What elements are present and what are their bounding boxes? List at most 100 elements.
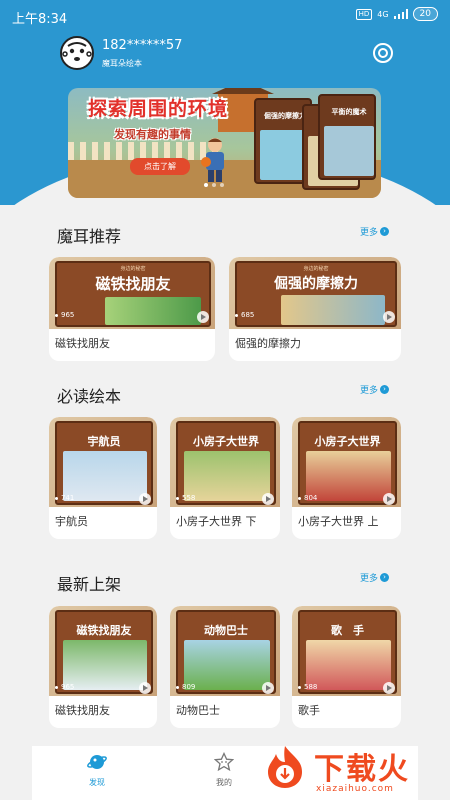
book-label: 磁铁找朋友 (55, 337, 110, 350)
watermark-url: xiazaihuo.com (316, 784, 394, 794)
pagination-dot[interactable] (212, 183, 216, 187)
status-icons: HD 4G 20 (355, 7, 438, 21)
banner-subtitle: 发现有趣的事情 (114, 128, 191, 141)
book-card[interactable]: 小房子大世界 804 小房子大世界 上 (292, 417, 401, 539)
promo-banner[interactable]: 探索周围的环境 发现有趣的事情 点击了解 倔强的摩擦力 警察 平衡的魔术 (68, 88, 381, 198)
app-name: 魔耳朵绘本 (102, 59, 142, 68)
book-label: 宇航员 (55, 515, 88, 528)
book-cover: 身边的秘密 磁铁找朋友 965 (49, 257, 215, 329)
book-cover-title: 倔强的摩擦力 (274, 276, 358, 292)
settings-button[interactable] (372, 42, 394, 64)
pagination-dot[interactable] (204, 183, 208, 187)
book-cover: 小房子大世界 804 (292, 417, 401, 507)
book-cover-title: 动物巴士 (204, 624, 248, 637)
book-illustration (306, 640, 391, 690)
play-icon[interactable] (197, 311, 209, 323)
hd-icon: HD (355, 8, 373, 20)
book-body: 磁铁找朋友 (55, 610, 153, 694)
book-label: 歌手 (298, 704, 320, 717)
book-label: 动物巴士 (176, 704, 220, 717)
play-icon[interactable] (383, 493, 395, 505)
banner-kid-illustration (201, 138, 224, 182)
chevron-right-icon: › (380, 573, 390, 582)
status-time: 上午8:34 (12, 12, 68, 27)
book-label: 小房子大世界 下 (176, 515, 257, 528)
book-card[interactable]: 宇航员 741 宇航员 (49, 417, 157, 539)
book-cover: 身边的秘密 倔强的摩擦力 685 (229, 257, 401, 329)
banner-cta-button[interactable]: 点击了解 (130, 158, 190, 175)
username[interactable]: 182******57 (102, 38, 182, 53)
book-card[interactable]: 动物巴士 809 动物巴士 (170, 606, 280, 728)
status-bar: 上午8:34 HD 4G 20 (0, 0, 450, 32)
avatar-face-icon (62, 42, 92, 61)
battery-icon: 20 (412, 7, 438, 21)
book-body: 小房子大世界 (176, 421, 276, 505)
book-body: 小房子大世界 (298, 421, 397, 505)
gear-icon (373, 43, 393, 63)
play-icon[interactable] (262, 682, 274, 694)
book-label: 倔强的摩擦力 (235, 337, 301, 350)
watermark: 下载火 xiazaihuo.com (262, 740, 450, 800)
play-icon[interactable] (383, 311, 395, 323)
avatar[interactable] (60, 36, 94, 70)
section-title-recommend: 魔耳推荐 (57, 227, 122, 246)
book-card[interactable]: 身边的秘密 磁铁找朋友 965 磁铁找朋友 (49, 257, 215, 361)
book-illustration (184, 640, 270, 690)
book-cover-title: 小房子大世界 (314, 435, 381, 448)
book-body: 动物巴士 (176, 610, 276, 694)
book-body: 身边的秘密 磁铁找朋友 (55, 261, 211, 327)
book-card[interactable]: 小房子大世界 558 小房子大世界 下 (170, 417, 280, 539)
book-card[interactable]: 磁铁找朋友 965 磁铁找朋友 (49, 606, 157, 728)
tab-mine[interactable]: 我的 (194, 751, 254, 788)
banner-book-title: 平衡的魔术 (331, 108, 367, 116)
play-count: 588 (298, 683, 317, 691)
book-card[interactable]: 歌 手 588 歌手 (292, 606, 401, 728)
more-link-recommend[interactable]: 更多 › (360, 225, 390, 238)
tab-discover-label: 发现 (89, 778, 105, 787)
book-series: 身边的秘密 (120, 266, 146, 272)
network-label: 4G (377, 9, 389, 19)
book-illustration (184, 451, 270, 501)
play-count: 558 (176, 494, 195, 502)
book-cover: 动物巴士 809 (170, 606, 280, 696)
book-card[interactable]: 身边的秘密 倔强的摩擦力 685 倔强的摩擦力 (229, 257, 401, 361)
star-icon (213, 751, 235, 772)
more-link-must-read[interactable]: 更多 › (360, 383, 390, 396)
banner-pagination (204, 183, 224, 187)
watermark-text: 下载火 (314, 752, 410, 787)
more-link-new-arrivals[interactable]: 更多 › (360, 571, 390, 584)
banner-title: 探索周围的环境 (88, 98, 229, 120)
book-cover-title: 磁铁找朋友 (95, 275, 171, 293)
play-count: 965 (55, 311, 74, 319)
play-count: 965 (55, 683, 74, 691)
book-illustration (281, 295, 385, 325)
more-label: 更多 (360, 228, 379, 238)
book-illustration (63, 640, 147, 690)
planet-icon (87, 755, 107, 769)
book-cover: 歌 手 588 (292, 606, 401, 696)
play-icon[interactable] (139, 493, 151, 505)
more-label: 更多 (360, 574, 379, 584)
user-row: 182******57 魔耳朵绘本 (60, 36, 400, 76)
chevron-right-icon: › (380, 385, 390, 394)
signal-icon (393, 9, 408, 19)
play-count: 685 (235, 311, 254, 319)
book-cover: 小房子大世界 558 (170, 417, 280, 507)
pagination-dot[interactable] (220, 183, 224, 187)
book-illustration (306, 451, 391, 501)
section-title-new-arrivals: 最新上架 (57, 575, 122, 594)
more-label: 更多 (360, 386, 379, 396)
play-count: 804 (298, 494, 317, 502)
flame-logo-icon (268, 746, 302, 788)
banner-book-2: 平衡的魔术 (318, 94, 376, 180)
play-icon[interactable] (139, 682, 151, 694)
banner-book-image (324, 126, 374, 176)
book-illustration (105, 297, 201, 325)
play-icon[interactable] (262, 493, 274, 505)
tab-discover[interactable]: 发现 (67, 752, 127, 788)
book-cover-title: 小房子大世界 (193, 435, 259, 448)
chevron-right-icon: › (380, 227, 390, 236)
tab-mine-label: 我的 (216, 778, 232, 787)
play-icon[interactable] (383, 682, 395, 694)
play-count: 809 (176, 683, 195, 691)
